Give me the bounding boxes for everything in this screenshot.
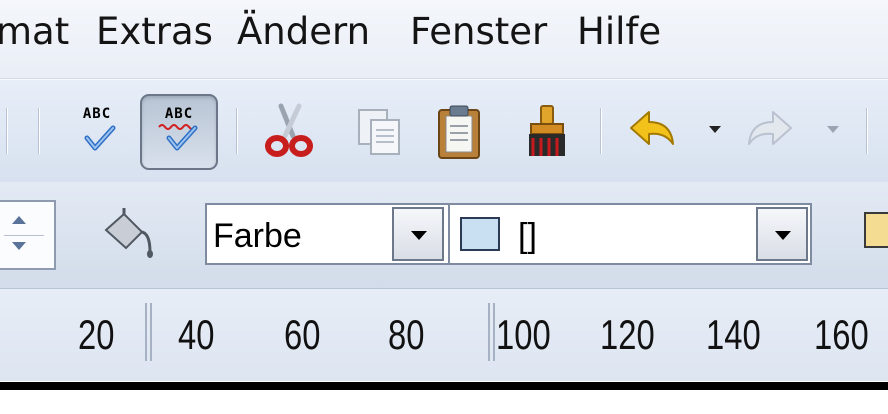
ruler-label: 100	[496, 311, 551, 358]
ruler-label: 160	[814, 311, 869, 358]
fill-color-value: []	[518, 217, 537, 255]
scissors-icon	[265, 103, 313, 157]
ruler-baseline	[0, 382, 888, 390]
menu-fenster[interactable]: Fenster	[410, 10, 547, 53]
menu-hilfe[interactable]: Hilfe	[577, 10, 661, 53]
ruler-label: 20	[78, 311, 115, 358]
shadow-button[interactable]	[864, 212, 888, 248]
undo-dropdown-arrow[interactable]	[709, 126, 721, 133]
chevron-down-icon	[775, 231, 791, 240]
copy-icon	[358, 109, 400, 155]
spellcheck-button[interactable]: ABC	[58, 94, 136, 170]
ruler-margin-marker[interactable]	[145, 303, 152, 361]
autospellcheck-button[interactable]: ABC	[140, 94, 218, 170]
undo-icon	[630, 111, 674, 145]
drawing-object-properties-toolbar: Farbe []	[0, 182, 888, 289]
menu-extras[interactable]: Extras	[96, 10, 213, 53]
area-style-dropdown-button[interactable]	[392, 207, 444, 261]
ruler-label: 40	[178, 311, 215, 358]
ruler-label: 60	[284, 311, 321, 358]
spellcheck-icon: ABC	[71, 106, 123, 158]
paintbrush-icon	[529, 105, 565, 156]
chevron-down-icon	[411, 231, 427, 240]
clipboard-icon	[438, 105, 480, 159]
area-button[interactable]	[96, 204, 160, 264]
ruler-label: 140	[706, 311, 761, 358]
spinner-divider	[4, 235, 44, 236]
menu-bar: mat Extras Ändern Fenster Hilfe	[0, 0, 888, 79]
copy-button[interactable]	[340, 94, 418, 170]
redo-dropdown-arrow[interactable]	[827, 126, 839, 133]
autospellcheck-icon: ABC	[153, 106, 205, 158]
toolbar-separator	[866, 108, 868, 154]
spin-down-icon[interactable]	[12, 242, 26, 250]
standard-toolbar: ABC ABC	[0, 79, 888, 183]
undo-button[interactable]	[614, 94, 692, 170]
horizontal-ruler[interactable]: 20 40 60 80 100 120 140 160	[0, 289, 888, 381]
menu-andern[interactable]: Ändern	[237, 10, 370, 53]
area-style-value: Farbe	[213, 217, 302, 255]
color-swatch	[460, 217, 500, 251]
paint-bucket-icon	[104, 208, 153, 258]
ruler-margin-marker[interactable]	[488, 303, 495, 361]
area-style-combobox[interactable]: Farbe	[205, 203, 450, 265]
ruler-label: 120	[600, 311, 655, 358]
menu-format[interactable]: mat	[0, 10, 69, 53]
paste-button[interactable]	[420, 94, 498, 170]
width-spinner[interactable]	[0, 200, 56, 270]
document-area[interactable]	[0, 390, 888, 414]
fill-color-combobox[interactable]: []	[448, 203, 812, 265]
spin-up-icon[interactable]	[12, 216, 26, 224]
toolbar-separator	[236, 108, 238, 154]
clone-formatting-button[interactable]	[508, 94, 586, 170]
redo-button[interactable]	[730, 94, 808, 170]
redo-icon	[748, 111, 792, 145]
toolbar-separator	[600, 108, 602, 154]
ruler-label: 80	[388, 311, 425, 358]
cut-button[interactable]	[250, 94, 328, 170]
fill-color-dropdown-button[interactable]	[756, 207, 808, 261]
toolbar-separator	[6, 108, 8, 154]
toolbar-separator	[38, 108, 40, 154]
